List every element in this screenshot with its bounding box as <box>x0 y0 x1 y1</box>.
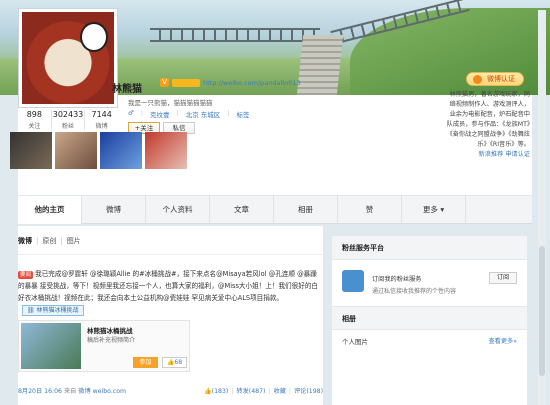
card-subtitle: 稿后补充视频简介 <box>87 337 136 344</box>
tab-likes[interactable]: 赞 <box>338 196 402 224</box>
profile-bio: 我是一只熊猫，猫猫猫猫猫猫 <box>128 99 213 107</box>
chevron-down-icon: ▾ <box>440 205 445 214</box>
favorite-action[interactable]: 收藏 <box>274 388 286 395</box>
meta-link-school[interactable]: 克纹壹 <box>150 109 170 119</box>
verified-badge-icon: V <box>160 78 169 87</box>
subscribe-button[interactable]: 订阅 <box>489 272 517 284</box>
intro-link-recommend[interactable]: 新浪推荐 <box>479 151 504 158</box>
like-button[interactable]: 👍68 <box>162 357 187 368</box>
post-link[interactable]: ⛓ 林熊猫冰桶挑战 <box>22 305 84 316</box>
photo-thumb[interactable] <box>55 132 97 169</box>
service-title[interactable]: 订阅我的粉丝服务 <box>372 274 422 283</box>
side-panel: 粉丝服务平台 订阅我的粉丝服务 通过私信接收我推荐的个性内容 订阅 相册 个人图… <box>332 236 527 405</box>
profile-tabs: 他的主页 微博 个人资料 文章 相册 赞 更多 ▾ <box>18 196 532 224</box>
filter-original[interactable]: 原创 <box>42 237 56 245</box>
stat-number: 898 <box>26 110 42 119</box>
verify-label: 微博认证 <box>487 75 515 83</box>
stat-label: 关注 <box>28 123 41 130</box>
profile-name: 林熊猫 <box>112 84 142 95</box>
scrollbar[interactable] <box>538 10 546 405</box>
stat-label: 微博 <box>95 123 108 130</box>
photo-thumb[interactable] <box>100 132 142 169</box>
video-thumbnail[interactable] <box>21 323 81 369</box>
intro-link-apply[interactable]: 申请认证 <box>505 151 530 158</box>
profile-intro: 林熊猫男，著名游戏玩家，网络视频制作人、游戏测评人，业余为电影配音，炉石配音中队… <box>446 90 530 160</box>
profile-stats: 898 关注 302433 粉丝 7144 微博 <box>18 110 118 130</box>
service-desc: 通过私信接收我推荐的个性内容 <box>372 288 457 295</box>
album-header: 相册 <box>332 306 527 330</box>
comment-action[interactable]: 评论(198) <box>294 388 323 395</box>
panda-icon <box>80 22 108 52</box>
intro-text: 林熊猫男，著名游戏玩家，网络视频制作人、游戏测评人，业余为电影配音，炉石配音中队… <box>446 91 530 148</box>
weibo-icon <box>473 75 482 84</box>
meta-link-location[interactable]: 北京 东城区 <box>186 109 221 119</box>
thumb-up-icon: 👍 <box>203 388 212 395</box>
photo-strip <box>10 132 187 169</box>
stat-following[interactable]: 898 关注 <box>18 110 52 130</box>
join-button[interactable]: 参加 <box>133 357 158 368</box>
post-text: 我已完成@罗霆轩 @徐璐颖Allie 的#冰桶挑战#，接下来点名@Misaya若… <box>18 270 319 302</box>
source-prefix: 来自 <box>63 388 77 395</box>
profile-url-link[interactable]: http://weibo.com/pandalin013 <box>203 79 301 87</box>
repost-action[interactable]: 转发(487) <box>236 388 265 395</box>
feed-filters: 微博 | 原创 | 图片 <box>18 237 81 245</box>
tab-articles[interactable]: 文章 <box>210 196 274 224</box>
like-action[interactable]: 👍(183) <box>204 388 228 395</box>
tab-weibo[interactable]: 微博 <box>82 196 146 224</box>
fan-service-header: 粉丝服务平台 <box>332 236 527 260</box>
video-card[interactable]: 林熊猫冰桶挑战 稿后补充视频简介 参加 👍68 <box>18 320 190 372</box>
photo-thumb[interactable] <box>10 132 52 169</box>
banner-steps <box>296 35 344 95</box>
post-time-link[interactable]: 8月20日 16:06 <box>18 388 62 395</box>
stat-followers[interactable]: 302433 粉丝 <box>52 110 86 130</box>
scrollbar-thumb[interactable] <box>539 246 545 376</box>
photos-label: 个人图片 <box>342 338 368 346</box>
photos-header: 个人图片 查看更多» <box>332 330 527 348</box>
stat-posts[interactable]: 7144 微博 <box>85 110 118 130</box>
tab-home[interactable]: 他的主页 <box>18 196 82 224</box>
tab-profile-info[interactable]: 个人资料 <box>146 196 210 224</box>
male-icon: ♂ <box>128 109 134 117</box>
stat-number: 302433 <box>52 110 84 119</box>
photos-more-link[interactable]: 查看更多» <box>488 336 517 345</box>
source-link[interactable]: 微博 weibo.com <box>78 388 126 395</box>
stat-label: 粉丝 <box>62 123 75 130</box>
stat-number: 7144 <box>91 110 112 119</box>
filter-pictures[interactable]: 图片 <box>67 237 81 245</box>
tab-albums[interactable]: 相册 <box>274 196 338 224</box>
link-icon: ⛓ <box>27 307 35 314</box>
avatar-image <box>22 12 114 104</box>
verify-button[interactable]: 微博认证 <box>466 72 524 86</box>
meta-link-tags[interactable]: 标签 <box>237 109 250 119</box>
divider <box>18 254 323 255</box>
card-title[interactable]: 林熊猫冰桶挑战 <box>87 325 133 335</box>
banner-railing <box>150 28 320 42</box>
filter-all[interactable]: 微博 <box>18 237 32 245</box>
post-tag: 要闻 <box>18 271 34 279</box>
subscribe-service-icon <box>342 270 364 292</box>
feed-panel: 微博 | 原创 | 图片 要闻 我已完成@罗霆轩 @徐璐颖Allie 的#冰桶挑战#，接… <box>18 226 323 405</box>
vip-badge-icon <box>172 79 200 87</box>
fan-service: 订阅我的粉丝服务 通过私信接收我推荐的个性内容 订阅 <box>332 260 527 306</box>
post-body: 要闻 我已完成@罗霆轩 @徐璐颖Allie 的#冰桶挑战#，接下来点名@Misa… <box>18 268 323 316</box>
photo-thumb[interactable] <box>145 132 187 169</box>
avatar[interactable] <box>18 8 118 108</box>
tab-more[interactable]: 更多 ▾ <box>402 196 466 224</box>
profile-meta: ♂ | 克纹壹 | 北京 东城区 | 标签 <box>128 109 250 119</box>
